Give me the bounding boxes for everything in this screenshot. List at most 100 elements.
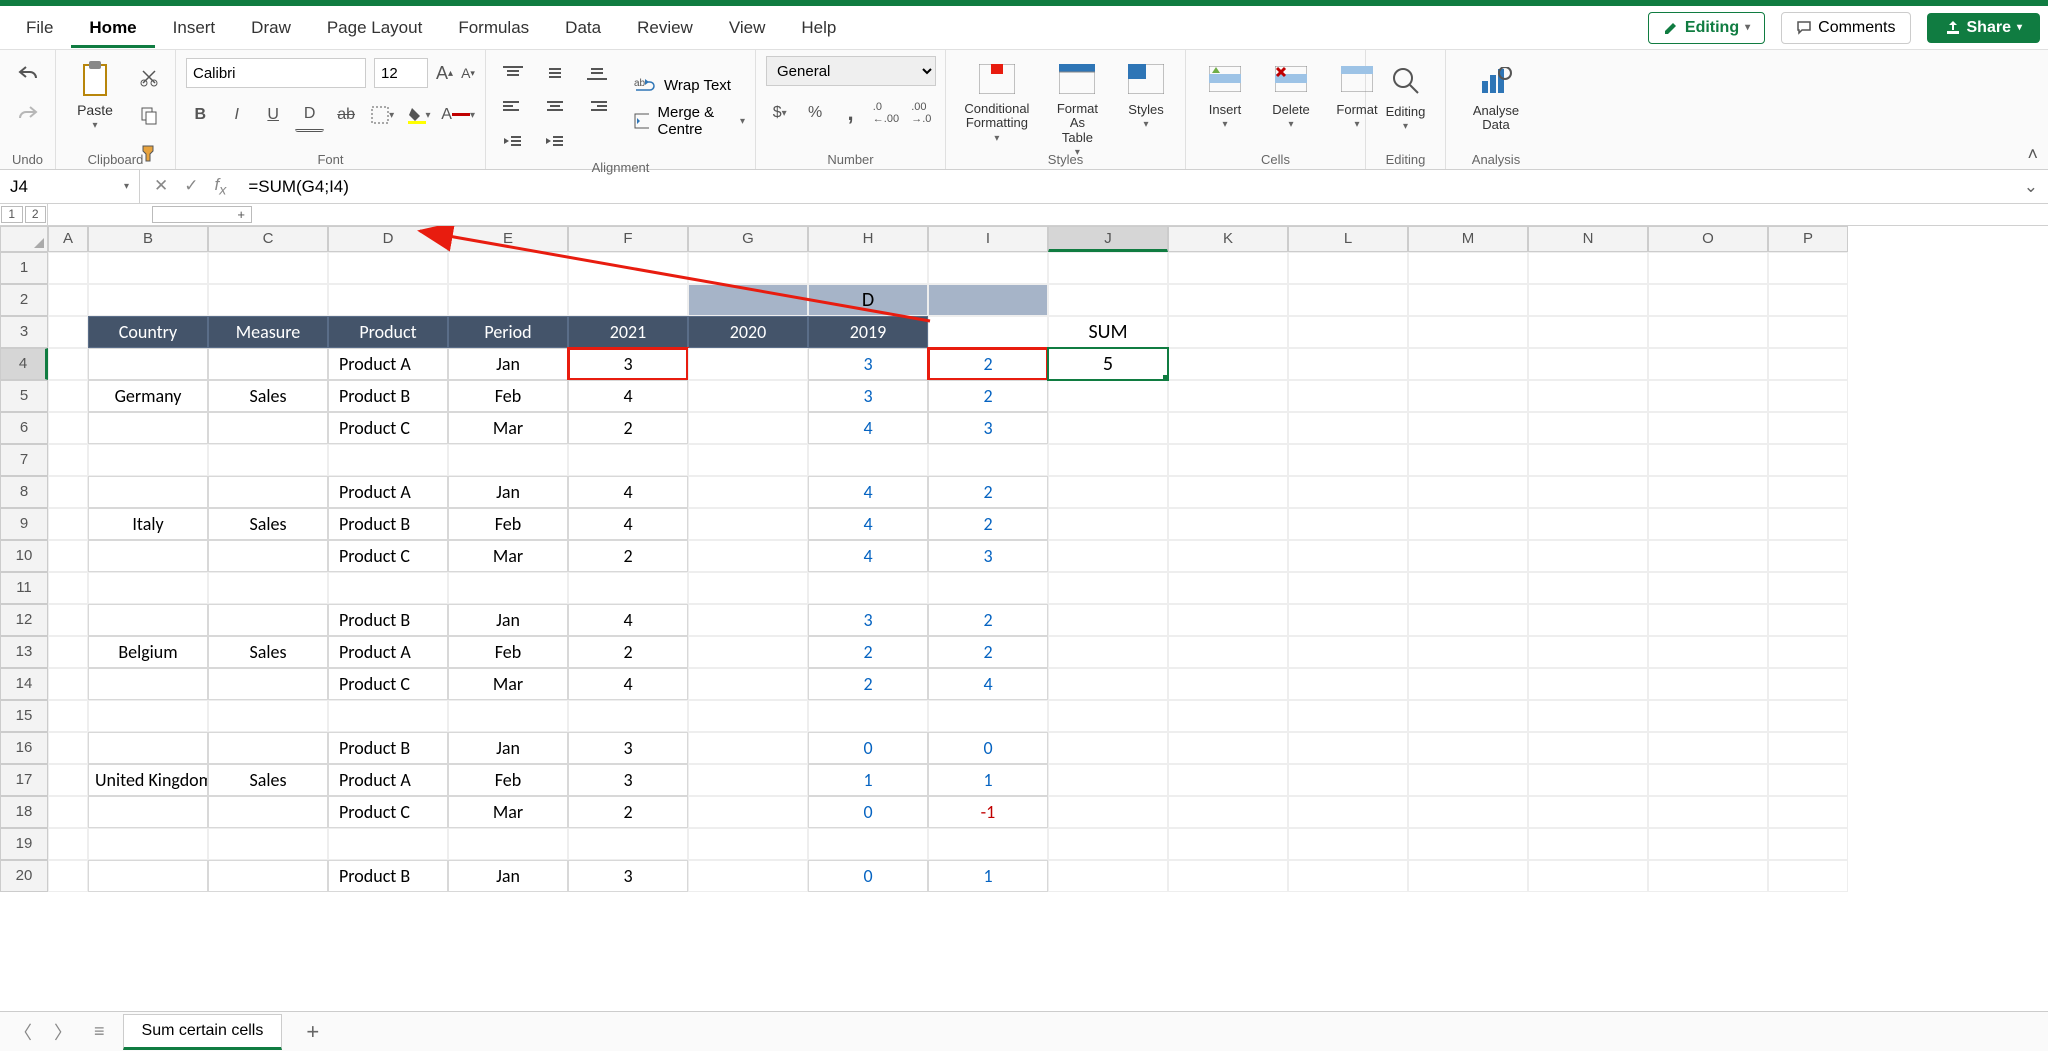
column-header-E[interactable]: E bbox=[448, 226, 568, 252]
cell-D16[interactable]: Product B bbox=[328, 732, 448, 764]
outline-level-2[interactable]: 2 bbox=[25, 206, 47, 223]
cell-N1[interactable] bbox=[1528, 252, 1648, 284]
cell-A4[interactable] bbox=[48, 348, 88, 380]
cell-I12[interactable]: 2 bbox=[928, 604, 1048, 636]
cell-K12[interactable] bbox=[1168, 604, 1288, 636]
cell-M9[interactable] bbox=[1408, 508, 1528, 540]
cell-N11[interactable] bbox=[1528, 572, 1648, 604]
column-header-O[interactable]: O bbox=[1648, 226, 1768, 252]
outline-level-1[interactable]: 1 bbox=[1, 206, 23, 223]
cell-B9[interactable]: Italy bbox=[88, 508, 208, 540]
cell-I16[interactable]: 0 bbox=[928, 732, 1048, 764]
cell-M7[interactable] bbox=[1408, 444, 1528, 476]
row-header-19[interactable]: 19 bbox=[0, 828, 48, 860]
column-header-B[interactable]: B bbox=[88, 226, 208, 252]
cell-E15[interactable] bbox=[448, 700, 568, 732]
cell-K6[interactable] bbox=[1168, 412, 1288, 444]
cell-L2[interactable] bbox=[1288, 284, 1408, 316]
menu-tab-draw[interactable]: Draw bbox=[233, 10, 309, 45]
add-sheet-icon[interactable]: + bbox=[296, 1019, 329, 1045]
cell-J12[interactable] bbox=[1048, 604, 1168, 636]
cell-P2[interactable] bbox=[1768, 284, 1848, 316]
menu-tab-data[interactable]: Data bbox=[547, 10, 619, 45]
cell-A15[interactable] bbox=[48, 700, 88, 732]
insert-cells-button[interactable]: Insert▾ bbox=[1196, 56, 1254, 132]
row-header-11[interactable]: 11 bbox=[0, 572, 48, 604]
cell-M19[interactable] bbox=[1408, 828, 1528, 860]
cell-C20[interactable] bbox=[208, 860, 328, 892]
cell-B2[interactable] bbox=[88, 284, 208, 316]
cell-K20[interactable] bbox=[1168, 860, 1288, 892]
cell-B13[interactable]: Belgium bbox=[88, 636, 208, 668]
cell-I9[interactable]: 2 bbox=[928, 508, 1048, 540]
cell-H10[interactable]: 4 bbox=[808, 540, 928, 572]
fill-color-icon[interactable]: ▾ bbox=[405, 98, 433, 132]
cell-J7[interactable] bbox=[1048, 444, 1168, 476]
cell-O11[interactable] bbox=[1648, 572, 1768, 604]
cell-F5[interactable]: 4 bbox=[568, 380, 688, 412]
cell-D18[interactable]: Product C bbox=[328, 796, 448, 828]
cell-D13[interactable]: Product A bbox=[328, 636, 448, 668]
cell-C15[interactable] bbox=[208, 700, 328, 732]
row-header-20[interactable]: 20 bbox=[0, 860, 48, 892]
cell-D20[interactable]: Product B bbox=[328, 860, 448, 892]
cell-K4[interactable] bbox=[1168, 348, 1288, 380]
expand-formula-bar-icon[interactable]: ⌄ bbox=[2014, 177, 2048, 197]
cell-O5[interactable] bbox=[1648, 380, 1768, 412]
cell-K8[interactable] bbox=[1168, 476, 1288, 508]
cell-M2[interactable] bbox=[1408, 284, 1528, 316]
cell-I3[interactable] bbox=[928, 316, 1048, 348]
cell-N8[interactable] bbox=[1528, 476, 1648, 508]
cell-D10[interactable]: Product C bbox=[328, 540, 448, 572]
cell-E7[interactable] bbox=[448, 444, 568, 476]
cell-K14[interactable] bbox=[1168, 668, 1288, 700]
cell-B8[interactable] bbox=[88, 476, 208, 508]
cell-D6[interactable]: Product C bbox=[328, 412, 448, 444]
merge-centre-button[interactable]: Merge & Centre ▾ bbox=[634, 104, 745, 138]
cell-I20[interactable]: 1 bbox=[928, 860, 1048, 892]
cell-H4[interactable]: 3 bbox=[808, 348, 928, 380]
cell-B6[interactable] bbox=[88, 412, 208, 444]
cell-J5[interactable] bbox=[1048, 380, 1168, 412]
cell-M15[interactable] bbox=[1408, 700, 1528, 732]
cell-M16[interactable] bbox=[1408, 732, 1528, 764]
cell-I8[interactable]: 2 bbox=[928, 476, 1048, 508]
cell-J15[interactable] bbox=[1048, 700, 1168, 732]
menu-tab-help[interactable]: Help bbox=[783, 10, 854, 45]
cell-D8[interactable]: Product A bbox=[328, 476, 448, 508]
cell-G6[interactable] bbox=[688, 412, 808, 444]
cell-G17[interactable] bbox=[688, 764, 808, 796]
cell-D2[interactable] bbox=[328, 284, 448, 316]
cell-styles-button[interactable]: Styles▾ bbox=[1117, 56, 1175, 132]
cell-M20[interactable] bbox=[1408, 860, 1528, 892]
column-header-F[interactable]: F bbox=[568, 226, 688, 252]
cell-H15[interactable] bbox=[808, 700, 928, 732]
cell-D9[interactable]: Product B bbox=[328, 508, 448, 540]
cell-O4[interactable] bbox=[1648, 348, 1768, 380]
column-header-J[interactable]: J bbox=[1048, 226, 1168, 252]
cell-K2[interactable] bbox=[1168, 284, 1288, 316]
cell-O2[interactable] bbox=[1648, 284, 1768, 316]
cell-G15[interactable] bbox=[688, 700, 808, 732]
row-header-5[interactable]: 5 bbox=[0, 380, 48, 412]
cell-I5[interactable]: 2 bbox=[928, 380, 1048, 412]
cell-A7[interactable] bbox=[48, 444, 88, 476]
cell-L4[interactable] bbox=[1288, 348, 1408, 380]
cell-C8[interactable] bbox=[208, 476, 328, 508]
cell-E14[interactable]: Mar bbox=[448, 668, 568, 700]
borders-icon[interactable]: ▾ bbox=[368, 98, 396, 132]
cell-H17[interactable]: 1 bbox=[808, 764, 928, 796]
cell-N15[interactable] bbox=[1528, 700, 1648, 732]
cell-G10[interactable] bbox=[688, 540, 808, 572]
cell-I4[interactable]: 2 bbox=[928, 348, 1048, 380]
cell-G11[interactable] bbox=[688, 572, 808, 604]
cell-L14[interactable] bbox=[1288, 668, 1408, 700]
cell-I2[interactable] bbox=[928, 284, 1048, 316]
cell-K10[interactable] bbox=[1168, 540, 1288, 572]
double-underline-icon[interactable]: D bbox=[295, 98, 323, 132]
cell-G16[interactable] bbox=[688, 732, 808, 764]
cell-F9[interactable]: 4 bbox=[568, 508, 688, 540]
cell-C3[interactable]: Measure bbox=[208, 316, 328, 348]
cell-M13[interactable] bbox=[1408, 636, 1528, 668]
cell-P8[interactable] bbox=[1768, 476, 1848, 508]
